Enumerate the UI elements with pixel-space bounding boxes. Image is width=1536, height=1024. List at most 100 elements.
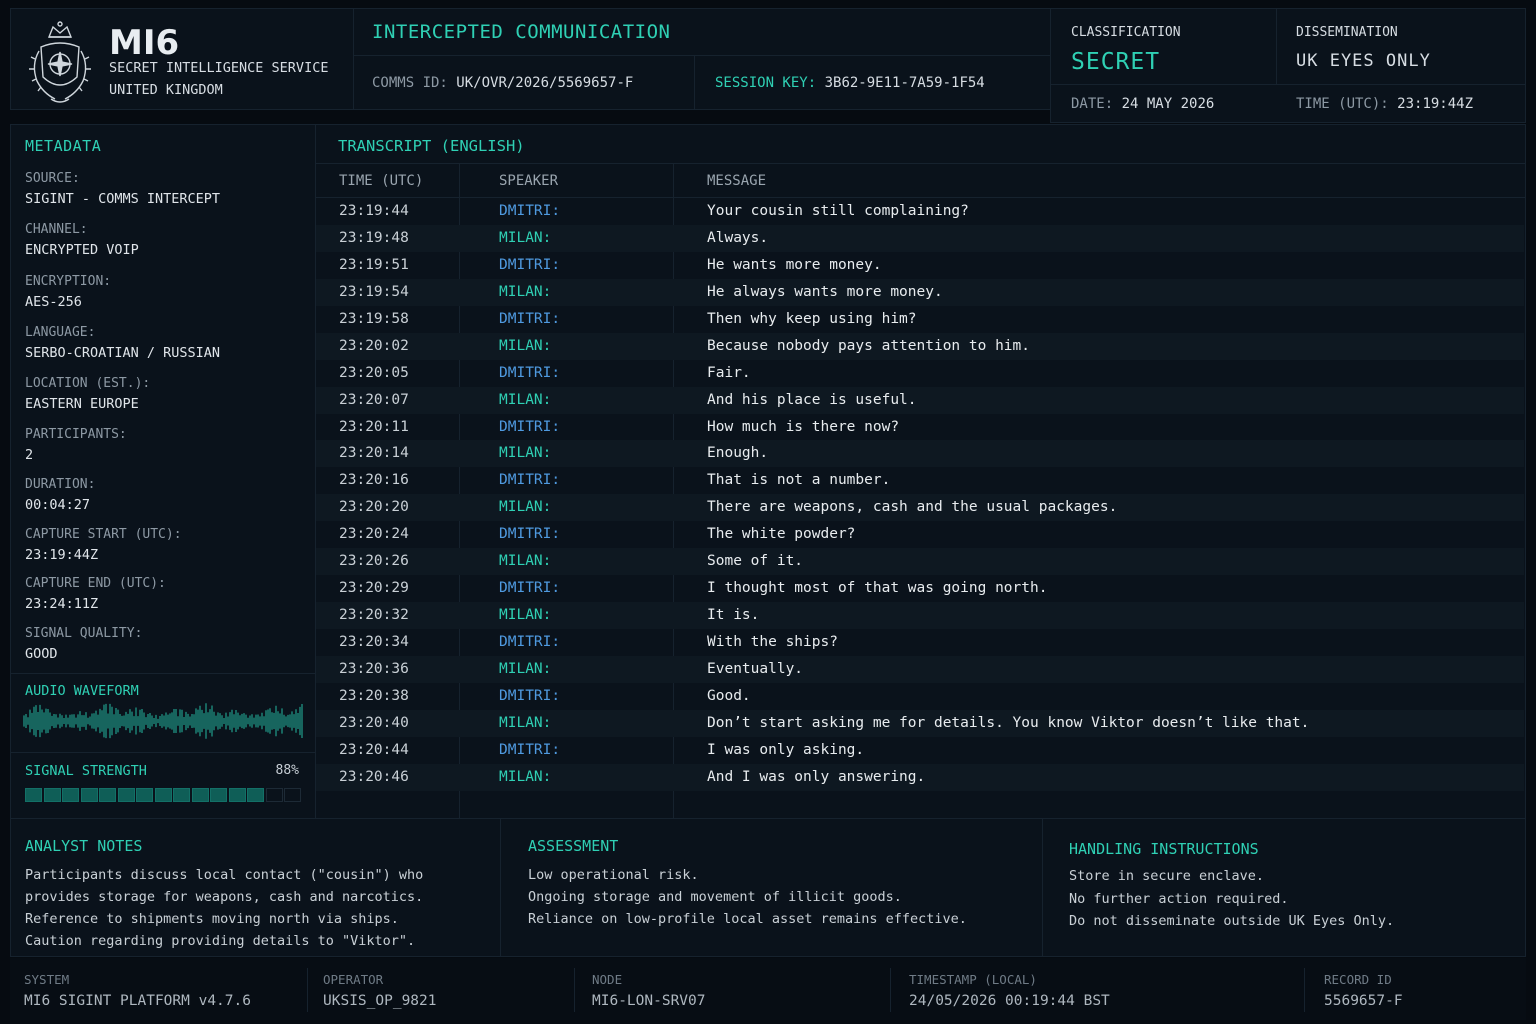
dissemination-value: UK EYES ONLY bbox=[1296, 51, 1431, 71]
classification-panel: CLASSIFICATION SECRET DISSEMINATION UK E… bbox=[1050, 8, 1526, 123]
signal-segment bbox=[117, 788, 135, 802]
footer-field: SYSTEM MI6 SIGINT PLATFORM v4.7.6 bbox=[24, 972, 251, 1009]
table-row[interactable]: 23:19:44 DMITRI: Your cousin still complai… bbox=[316, 198, 1524, 225]
row-time: 23:20:11 bbox=[339, 418, 409, 435]
row-message: Fair. bbox=[707, 364, 751, 381]
footer-value: MI6-LON-SRV07 bbox=[592, 993, 706, 1009]
table-row[interactable]: 23:19:51 DMITRI: He wants more money. bbox=[316, 252, 1524, 279]
table-row[interactable]: 23:19:58 DMITRI: Then why keep using him? bbox=[316, 306, 1524, 333]
assessment-line: Reliance on low-profile local asset rema… bbox=[528, 911, 967, 927]
metadata-value: 23:24:11Z bbox=[25, 596, 99, 612]
row-speaker: DMITRI: bbox=[499, 472, 561, 489]
date-value: 24 MAY 2026 bbox=[1121, 96, 1215, 112]
metadata-item: CAPTURE END (UTC): 23:24:11Z bbox=[25, 576, 166, 612]
metadata-value: 2 bbox=[25, 447, 34, 463]
row-speaker: MILAN: bbox=[499, 499, 552, 516]
brand-panel: MI6 SECRET INTELLIGENCE SERVICE UNITED K… bbox=[10, 8, 354, 110]
column-header-speaker[interactable]: SPEAKER bbox=[499, 173, 558, 189]
footer-label: OPERATOR bbox=[323, 972, 384, 987]
row-speaker: MILAN: bbox=[499, 714, 552, 731]
table-row[interactable]: 23:20:34 DMITRI: With the ships? bbox=[316, 629, 1524, 656]
table-row[interactable]: 23:20:44 DMITRI: I was only asking. bbox=[316, 737, 1524, 764]
table-row[interactable]: 23:20:07 MILAN: And his place is useful. bbox=[316, 386, 1524, 414]
metadata-value: GOOD bbox=[25, 646, 58, 662]
metadata-label: CAPTURE START (UTC): bbox=[25, 527, 182, 542]
metadata-title: METADATA bbox=[25, 137, 102, 155]
row-message: And his place is useful. bbox=[707, 391, 917, 408]
table-row[interactable]: 23:20:29 DMITRI: I thought most of that wa… bbox=[316, 575, 1524, 602]
signal-segment bbox=[228, 788, 246, 802]
row-time: 23:20:46 bbox=[339, 768, 409, 785]
metadata-label: SIGNAL QUALITY: bbox=[25, 626, 143, 641]
table-row[interactable]: 23:20:26 MILAN: Some of it. bbox=[316, 548, 1524, 576]
row-speaker: MILAN: bbox=[499, 768, 552, 785]
table-row[interactable]: 23:20:24 DMITRI: The white powder? bbox=[316, 521, 1524, 548]
date-label: DATE: bbox=[1071, 96, 1114, 112]
row-time: 23:19:48 bbox=[339, 229, 409, 246]
analyst-note-line: Caution regarding providing details to "… bbox=[25, 933, 416, 949]
column-header-time[interactable]: TIME (UTC) bbox=[339, 173, 423, 189]
metadata-panel: METADATA SOURCE: SIGINT - COMMS INTERCEPT… bbox=[10, 124, 316, 819]
column-header-message[interactable]: MESSAGE bbox=[707, 173, 766, 189]
row-speaker: DMITRI: bbox=[499, 310, 561, 327]
row-speaker: DMITRI: bbox=[499, 580, 561, 597]
metadata-item: LANGUAGE: SERBO-CROATIAN / RUSSIAN bbox=[25, 325, 220, 361]
row-speaker: DMITRI: bbox=[499, 256, 561, 273]
table-row[interactable]: 23:20:40 MILAN: Don’t start asking me for … bbox=[316, 709, 1524, 737]
row-time: 23:20:05 bbox=[339, 364, 409, 381]
row-time: 23:19:54 bbox=[339, 283, 409, 300]
row-speaker: MILAN: bbox=[499, 283, 552, 300]
footer-field: RECORD ID 5569657-F bbox=[1324, 972, 1403, 1009]
footer-value: 24/05/2026 00:19:44 BST bbox=[909, 993, 1110, 1009]
comms-id-value: UK/OVR/2026/5569657-F bbox=[456, 75, 634, 91]
signal-segment bbox=[247, 788, 264, 802]
table-row[interactable]: 23:20:46 MILAN: And I was only answering. bbox=[316, 763, 1524, 791]
table-row[interactable]: 23:20:38 DMITRI: Good. bbox=[316, 683, 1524, 710]
row-message: It is. bbox=[707, 607, 760, 624]
metadata-item: ENCRYPTION: AES-256 bbox=[25, 274, 111, 310]
row-message: The white powder? bbox=[707, 526, 856, 543]
table-row[interactable]: 23:20:02 MILAN: Because nobody pays attent… bbox=[316, 332, 1524, 360]
table-row[interactable]: 23:20:36 MILAN: Eventually. bbox=[316, 655, 1524, 683]
page-title: INTERCEPTED COMMUNICATION bbox=[372, 21, 671, 43]
metadata-item: SIGNAL QUALITY: GOOD bbox=[25, 626, 142, 662]
metadata-item: PARTICIPANTS: 2 bbox=[25, 427, 127, 463]
row-time: 23:19:44 bbox=[339, 203, 409, 219]
table-row[interactable]: 23:20:14 MILAN: Enough. bbox=[316, 440, 1524, 468]
handling-line: No further action required. bbox=[1069, 890, 1289, 907]
assessment-line: Ongoing storage and movement of illicit … bbox=[528, 889, 902, 905]
audio-waveform bbox=[23, 703, 303, 739]
row-time: 23:20:16 bbox=[339, 472, 409, 489]
intercept-header: INTERCEPTED COMMUNICATION COMMS ID: UK/O… bbox=[353, 8, 1051, 110]
metadata-label: PARTICIPANTS: bbox=[25, 427, 127, 442]
table-row[interactable]: 23:20:05 DMITRI: Fair. bbox=[316, 360, 1524, 387]
signal-strength-title: SIGNAL STRENGTH bbox=[25, 763, 147, 779]
signal-segment bbox=[80, 788, 98, 802]
table-row[interactable]: 23:20:16 DMITRI: That is not a number. bbox=[316, 467, 1524, 494]
table-row[interactable]: 23:20:32 MILAN: It is. bbox=[316, 602, 1524, 629]
assessment-line: Low operational risk. bbox=[528, 867, 699, 883]
row-message: That is not a number. bbox=[707, 472, 891, 489]
analyst-notes-text: Participants discuss local contact ("cou… bbox=[25, 864, 423, 952]
assessment-panel: ASSESSMENT Low operational risk. Ongoing … bbox=[500, 818, 1043, 957]
metadata-value: SIGINT - COMMS INTERCEPT bbox=[25, 191, 221, 207]
row-speaker: MILAN: bbox=[499, 607, 552, 624]
row-message: Some of it. bbox=[707, 553, 804, 570]
row-speaker: DMITRI: bbox=[499, 418, 561, 435]
footer-label: NODE bbox=[592, 972, 623, 987]
row-time: 23:20:40 bbox=[339, 714, 409, 731]
row-time: 23:20:34 bbox=[339, 634, 409, 650]
row-speaker: DMITRI: bbox=[499, 364, 561, 381]
analyst-notes-panel: ANALYST NOTES Participants discuss local… bbox=[10, 818, 501, 957]
table-row[interactable]: 23:20:11 DMITRI: How much is there now? bbox=[316, 414, 1524, 441]
table-row[interactable]: 23:19:48 MILAN: Always. bbox=[316, 224, 1524, 252]
table-row[interactable]: 23:19:54 MILAN: He always wants more money… bbox=[316, 278, 1524, 306]
metadata-value: 00:04:27 bbox=[25, 497, 91, 513]
metadata-label: CHANNEL: bbox=[25, 222, 88, 237]
classification-label: CLASSIFICATION bbox=[1071, 25, 1181, 40]
row-message: I was only asking. bbox=[707, 741, 865, 758]
row-message: Your cousin still complaining? bbox=[707, 203, 969, 219]
table-row[interactable]: 23:20:20 MILAN: There are weapons, cash an… bbox=[316, 494, 1524, 522]
row-time: 23:19:58 bbox=[339, 310, 409, 327]
signal-segment bbox=[99, 788, 116, 802]
